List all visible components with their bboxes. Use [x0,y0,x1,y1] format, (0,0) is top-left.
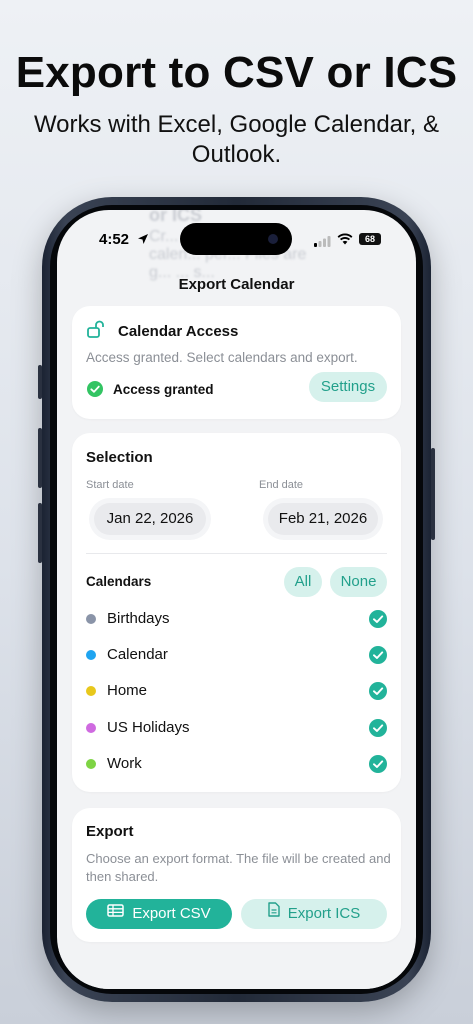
status-bar: 4:52 68 [57,210,416,266]
calendar-color-dot [86,650,96,661]
export-card-title: Export [86,823,134,840]
location-arrow-icon [137,232,149,250]
export-ics-label: Export ICS [287,905,361,922]
promo-headline: Export to CSV or ICS [15,48,458,97]
battery-icon: 68 [359,233,381,245]
export-csv-label: Export CSV [132,905,211,922]
end-date-picker[interactable]: Feb 21, 2026 [268,503,378,535]
calendar-checkmark-icon[interactable] [369,754,387,773]
calendar-name: Birthdays [107,610,170,627]
export-card-description: Choose an export format. The file will b… [86,851,391,884]
cellular-signal-icon [314,234,331,252]
phone-screen: or ICS Cr... calen... per... Files are g… [57,210,416,989]
calendar-row[interactable]: Home [86,679,387,703]
selection-card: Selection Start date End date Jan 22, 20… [72,433,401,792]
calendar-color-dot [86,686,96,697]
start-date-label: Start date [86,479,134,491]
calendar-checkmark-icon[interactable] [369,646,387,665]
calendar-checkmark-icon[interactable] [369,718,387,737]
select-none-button[interactable]: None [330,567,387,597]
settings-button[interactable]: Settings [309,372,387,402]
nav-title: Export Calendar [178,276,295,293]
calendar-name: US Holidays [107,718,190,736]
access-status-label: Access granted [113,382,214,397]
calendar-row[interactable]: US Holidays [86,716,387,740]
access-card: Calendar Access Access granted. Select c… [72,306,401,419]
calendar-checkmark-icon[interactable] [369,682,387,701]
status-time: 4:52 [99,231,130,248]
calendar-name: Work [107,754,142,772]
table-icon [107,898,125,928]
divider [86,553,387,554]
export-card: Export Choose an export format. The file… [72,808,401,942]
power-button [431,448,435,540]
calendar-row[interactable]: Birthdays [86,607,387,631]
calendar-row[interactable]: Calendar [86,643,387,667]
calendar-color-dot [86,758,96,769]
promo-subline-line-1: Works with Excel, Google Calendar, & [33,111,440,138]
calendar-name: Home [107,682,148,700]
calendar-checkmark-icon[interactable] [369,610,387,628]
calendar-color-dot [86,614,96,624]
promo-subline: Works with Excel, Google Calendar, & Out… [0,110,473,170]
action-button [38,365,42,399]
start-date-picker[interactable]: Jan 22, 2026 [94,503,206,535]
export-ics-button[interactable]: Export ICS [241,899,387,929]
dynamic-island [180,223,292,255]
select-all-button[interactable]: All [284,567,322,597]
document-icon [268,898,280,928]
access-card-title: Calendar Access [118,323,239,340]
home-indicator-area [57,950,416,989]
volume-down-button [38,503,42,563]
access-granted-check-icon [87,381,103,402]
front-camera-icon [268,234,278,244]
wifi-icon [337,232,353,250]
calendar-name: Calendar [107,646,168,664]
volume-up-button [38,428,42,488]
end-date-label: End date [259,479,304,491]
export-csv-button[interactable]: Export CSV [86,899,232,929]
calendars-label: Calendars [86,574,152,589]
unlock-icon [86,319,106,344]
selection-card-title: Selection [86,449,153,466]
calendar-row[interactable]: Work [86,752,387,776]
access-card-description: Access granted. Select calendars and exp… [86,350,358,365]
calendar-color-dot [86,722,96,733]
promo-subline-line-2: Outlook. [191,141,282,168]
